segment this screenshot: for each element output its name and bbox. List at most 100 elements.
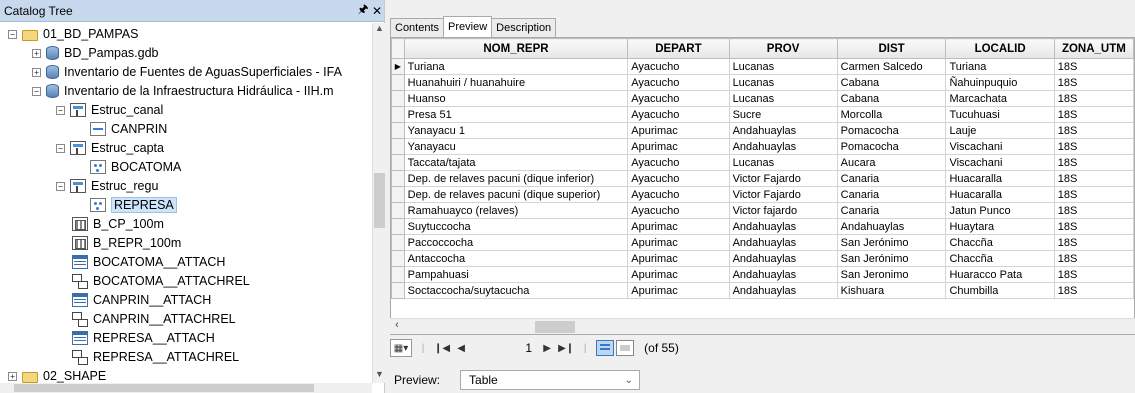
- tree-node[interactable]: BOCATOMA: [90, 158, 181, 176]
- table-row[interactable]: Presa 51 Ayacucho Sucre Morcolla Tucuhuasi 18…: [391, 106, 1134, 123]
- row-header[interactable]: [391, 90, 405, 107]
- last-record-icon[interactable]: ▶❙: [558, 339, 574, 357]
- tree-node[interactable]: − 01_BD_PAMPAS: [8, 25, 138, 43]
- table-cell[interactable]: Pomacocha: [836, 138, 947, 155]
- table-cell[interactable]: Cabana: [836, 74, 947, 91]
- table-cell[interactable]: Tucuhuasi: [945, 106, 1055, 123]
- table-horizontal-scroll-thumb[interactable]: [535, 321, 575, 333]
- tree-horizontal-scroll-thumb[interactable]: [14, 384, 314, 392]
- table-cell[interactable]: Apurimac: [627, 250, 730, 267]
- column-header[interactable]: DIST: [836, 38, 947, 59]
- table-cell[interactable]: Huanahuiri / huanahuire: [403, 74, 629, 91]
- tree-node[interactable]: CANPRIN__ATTACHREL: [72, 310, 236, 328]
- table-cell[interactable]: Victor fajardo: [728, 202, 838, 219]
- table-cell[interactable]: Canaria: [836, 170, 947, 187]
- table-cell[interactable]: Jatun Punco: [945, 202, 1055, 219]
- table-row[interactable]: Yanayacu Apurimac Andahuaylas Pomacocha Visc…: [391, 138, 1134, 155]
- row-header[interactable]: [391, 282, 405, 299]
- table-cell[interactable]: Apurimac: [627, 266, 730, 283]
- table-cell[interactable]: San Jerónimo: [836, 250, 947, 267]
- table-row[interactable]: Paccoccocha Apurimac Andahuaylas San Jeróni…: [391, 234, 1134, 251]
- table-cell[interactable]: Apurimac: [627, 138, 730, 155]
- table-cell[interactable]: 18S: [1053, 186, 1134, 203]
- table-cell[interactable]: Victor Fajardo: [728, 170, 838, 187]
- table-cell[interactable]: Turiana: [403, 58, 629, 75]
- current-record-field[interactable]: 1: [472, 341, 532, 355]
- column-header[interactable]: DEPART: [627, 38, 730, 59]
- show-selected-records-icon[interactable]: [616, 340, 635, 356]
- table-row[interactable]: ▶ Turiana Ayacucho Lucanas Carmen Salcedo Tur…: [391, 58, 1134, 75]
- tree-node[interactable]: − Inventario de la Infraestructura Hidráu…: [32, 82, 334, 100]
- table-cell[interactable]: Soctaccocha/suytacucha: [403, 282, 629, 299]
- table-cell[interactable]: Huaracco Pata: [945, 266, 1055, 283]
- table-cell[interactable]: Ayacucho: [627, 74, 730, 91]
- table-cell[interactable]: Carmen Salcedo: [836, 58, 947, 75]
- table-cell[interactable]: Apurimac: [627, 122, 730, 139]
- scroll-up-icon[interactable]: ▲: [373, 23, 386, 37]
- first-record-icon[interactable]: ❙◀: [434, 339, 450, 357]
- tree-node[interactable]: REPRESA__ATTACHREL: [72, 348, 239, 366]
- table-horizontal-scrollbar[interactable]: ‹: [390, 318, 1135, 334]
- table-row[interactable]: Suytuccocha Apurimac Andahuaylas Andahuayla…: [391, 218, 1134, 235]
- row-header[interactable]: [391, 106, 405, 123]
- table-cell[interactable]: 18S: [1053, 202, 1134, 219]
- table-cell[interactable]: Aucara: [836, 154, 947, 171]
- expand-icon[interactable]: +: [8, 371, 17, 381]
- table-cell[interactable]: Antaccocha: [403, 250, 629, 267]
- pin-icon[interactable]: 🖈: [356, 0, 370, 21]
- table-row[interactable]: Pampahuasi Apurimac Andahuaylas San Jeronim…: [391, 266, 1134, 283]
- chevron-down-icon[interactable]: ⌄: [625, 375, 633, 386]
- table-cell[interactable]: Marcachata: [945, 90, 1055, 107]
- table-cell[interactable]: Canaria: [836, 186, 947, 203]
- table-cell[interactable]: 18S: [1053, 250, 1134, 267]
- table-cell[interactable]: Chaccña: [945, 234, 1055, 251]
- table-cell[interactable]: Yanayacu 1: [403, 122, 629, 139]
- table-cell[interactable]: San Jeronimo: [836, 266, 947, 283]
- table-cell[interactable]: Huacaralla: [945, 170, 1055, 187]
- table-cell[interactable]: Huaytara: [945, 218, 1055, 235]
- row-header[interactable]: [391, 122, 405, 139]
- tree-node[interactable]: + Inventario de Fuentes de AguasSuperfici…: [32, 63, 342, 81]
- column-header[interactable]: NOM_REPR: [403, 38, 629, 59]
- table-cell[interactable]: Morcolla: [836, 106, 947, 123]
- table-cell[interactable]: 18S: [1053, 74, 1134, 91]
- table-cell[interactable]: Lucanas: [728, 90, 838, 107]
- tree-node[interactable]: − Estruc_regu: [56, 177, 158, 195]
- table-cell[interactable]: 18S: [1053, 154, 1134, 171]
- table-row[interactable]: Taccata/tajata Ayacucho Lucanas Aucara Visca…: [391, 154, 1134, 171]
- tree-node[interactable]: B_REPR_100m: [72, 234, 181, 252]
- tab-preview[interactable]: Preview: [443, 16, 493, 37]
- column-header[interactable]: PROV: [728, 38, 838, 59]
- table-cell[interactable]: Dep. de relaves pacuni (dique inferior): [403, 170, 629, 187]
- row-header[interactable]: [391, 234, 405, 251]
- table-cell[interactable]: 18S: [1053, 282, 1134, 299]
- table-cell[interactable]: Lauje: [945, 122, 1055, 139]
- previous-record-icon[interactable]: ◀: [454, 339, 468, 357]
- table-cell[interactable]: Cabana: [836, 90, 947, 107]
- table-cell[interactable]: Ayacucho: [627, 154, 730, 171]
- table-cell[interactable]: Kishuara: [836, 282, 947, 299]
- table-row[interactable]: Huanso Ayacucho Lucanas Cabana Marcachata 18S: [391, 90, 1134, 107]
- table-cell[interactable]: Yanayacu: [403, 138, 629, 155]
- table-cell[interactable]: 18S: [1053, 218, 1134, 235]
- tree-node[interactable]: REPRESA: [90, 196, 177, 214]
- row-header[interactable]: [391, 202, 405, 219]
- table-cell[interactable]: Ayacucho: [627, 90, 730, 107]
- table-cell[interactable]: Andahuaylas: [728, 266, 838, 283]
- table-row[interactable]: Ramahuayco (relaves) Ayacucho Victor fajar…: [391, 202, 1134, 219]
- table-cell[interactable]: Paccoccocha: [403, 234, 629, 251]
- table-cell[interactable]: Ayacucho: [627, 106, 730, 123]
- scroll-down-icon[interactable]: ▼: [373, 369, 386, 383]
- tab-contents[interactable]: Contents: [390, 18, 445, 37]
- table-cell[interactable]: Chaccña: [945, 250, 1055, 267]
- tree-node[interactable]: BOCATOMA__ATTACHREL: [72, 272, 250, 290]
- table-cell[interactable]: Huacaralla: [945, 186, 1055, 203]
- table-options-icon[interactable]: ▦▾: [390, 339, 412, 357]
- tree-node[interactable]: − Estruc_capta: [56, 139, 164, 157]
- expand-icon[interactable]: +: [32, 48, 41, 58]
- table-row[interactable]: Dep. de relaves pacuni (dique superior) A…: [391, 186, 1134, 203]
- tree-vertical-scroll-thumb[interactable]: [374, 173, 385, 228]
- tree-vertical-scrollbar[interactable]: ▲ ▼: [372, 23, 385, 383]
- table-cell[interactable]: Turiana: [945, 58, 1055, 75]
- table-cell[interactable]: Pampahuasi: [403, 266, 629, 283]
